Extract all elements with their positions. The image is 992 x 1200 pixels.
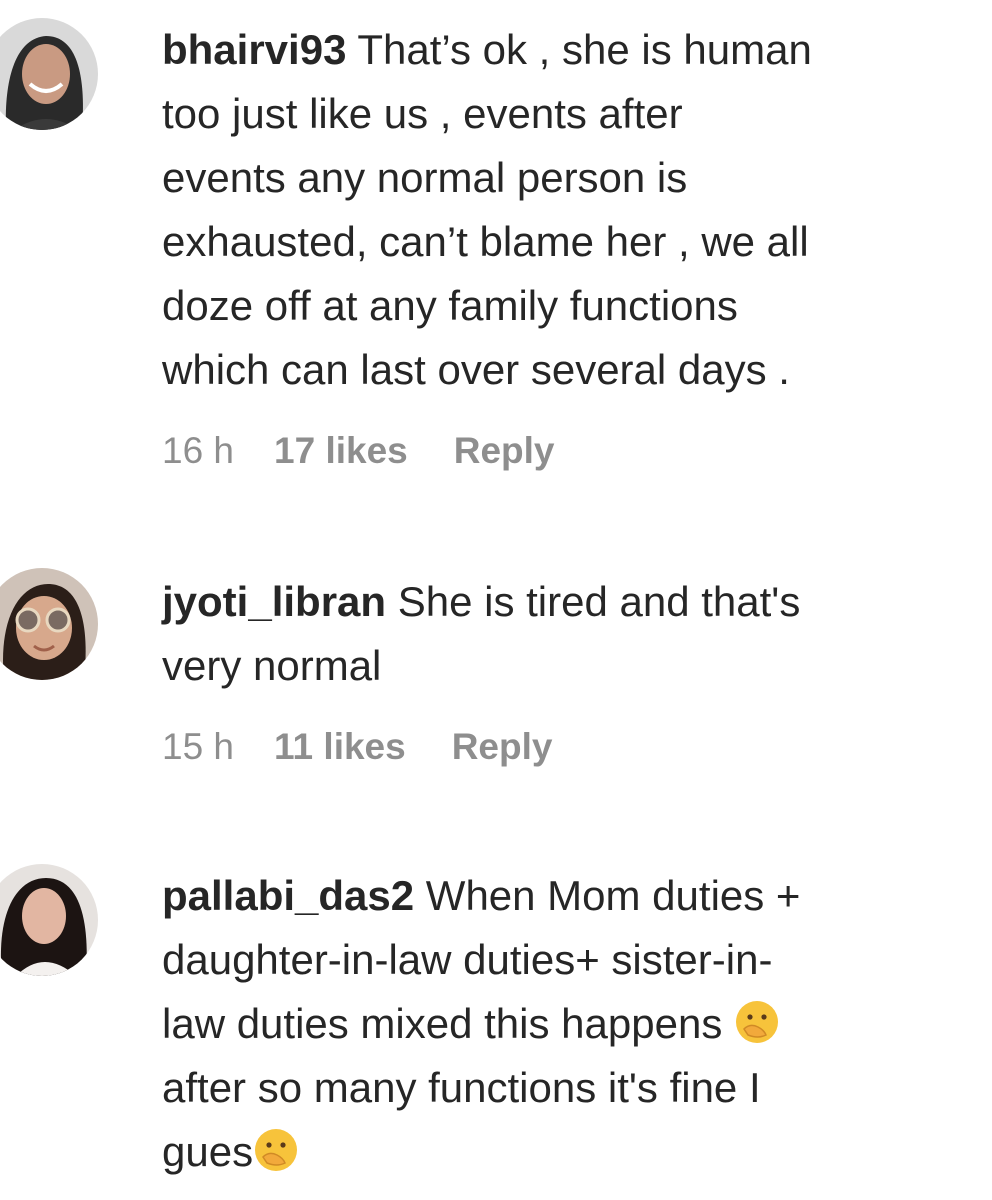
comment-line: daughter-in-law duties+ sister-in- <box>162 936 773 983</box>
avatar-photo-icon <box>0 864 98 976</box>
face-with-hand-over-mouth-emoji-icon <box>253 1127 299 1173</box>
comment-line: exhausted, can’t blame her , we all <box>162 218 809 265</box>
avatar[interactable] <box>0 864 98 976</box>
comment-line: doze off at any family functions <box>162 282 738 329</box>
reply-button[interactable]: Reply <box>454 430 555 472</box>
avatar[interactable] <box>0 568 98 680</box>
comment-line: after so many functions it's fine I <box>162 1064 761 1111</box>
comment-line: When Mom duties + <box>425 872 801 919</box>
avatar-photo-icon <box>0 568 98 680</box>
comment-text: jyoti_libran She is tired and that's ver… <box>162 570 972 698</box>
comment-line: law duties mixed this happens <box>162 1000 734 1047</box>
comment-timestamp[interactable]: 15 h <box>162 726 234 768</box>
avatar-photo-icon <box>0 18 98 130</box>
comment-body: bhairvi93 That’s ok , she is human too j… <box>162 18 972 471</box>
comment-line: very normal <box>162 642 382 689</box>
comment-likes-count[interactable]: 11 likes <box>274 726 406 768</box>
comment-line: events any normal person is <box>162 154 688 201</box>
comment-username[interactable]: jyoti_libran <box>162 578 386 625</box>
comment-line: She is tired and that's <box>397 578 801 625</box>
face-with-hand-over-mouth-emoji-icon <box>734 999 780 1045</box>
comment-meta: 16 h 17 likes Reply <box>162 430 555 472</box>
comment-text: pallabi_das2 When Mom duties + daughter-… <box>162 864 972 1184</box>
comment-body: pallabi_das2 When Mom duties + daughter-… <box>162 864 972 1184</box>
comment-username[interactable]: bhairvi93 <box>162 26 346 73</box>
comment-line: That’s ok , she is human <box>357 26 812 73</box>
comment-timestamp[interactable]: 16 h <box>162 430 234 472</box>
avatar[interactable] <box>0 18 98 130</box>
reply-button[interactable]: Reply <box>452 726 553 768</box>
comment-likes-count[interactable]: 17 likes <box>274 430 408 472</box>
comment-body: jyoti_libran She is tired and that's ver… <box>162 570 972 767</box>
comment-text: bhairvi93 That’s ok , she is human too j… <box>162 18 972 402</box>
comment-line: too just like us , events after <box>162 90 683 137</box>
comment-username[interactable]: pallabi_das2 <box>162 872 414 919</box>
comment-line: which can last over several days . <box>162 346 790 393</box>
comment-meta: 15 h 11 likes Reply <box>162 726 552 768</box>
comment-line: gues <box>162 1128 254 1175</box>
